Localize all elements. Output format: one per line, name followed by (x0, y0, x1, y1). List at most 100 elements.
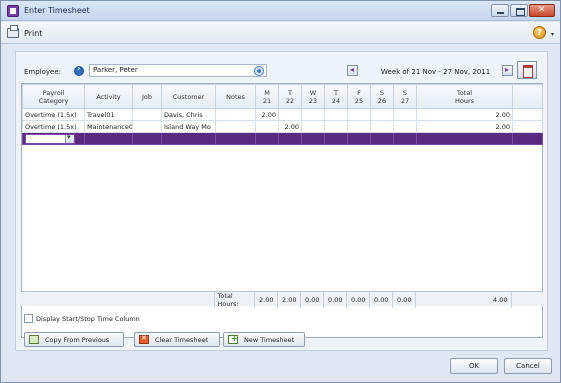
cell-customer[interactable]: Davis, Chris (161, 108, 216, 121)
empty-cell (216, 157, 256, 169)
cell-thu[interactable] (324, 120, 348, 133)
cell-fri[interactable] (347, 108, 371, 121)
empty-cell (348, 253, 371, 265)
empty-cell (162, 265, 216, 277)
empty-cell (371, 265, 394, 277)
column-header: F 25 (347, 84, 371, 109)
new-row-category-cell[interactable] (22, 132, 85, 145)
help-icon[interactable]: ? (533, 26, 546, 39)
empty-cell (302, 241, 325, 253)
cell-wed[interactable] (301, 108, 325, 121)
employee-search-icon[interactable] (254, 66, 264, 76)
new-row-cell[interactable] (278, 132, 302, 145)
empty-cell (256, 265, 279, 277)
empty-cell (85, 277, 133, 289)
cell-tue[interactable]: 2.00 (278, 120, 302, 133)
ok-button[interactable]: OK (450, 358, 498, 374)
empty-cell (371, 193, 394, 205)
cell-activity[interactable]: Travel01 (84, 108, 133, 121)
cell-mon[interactable] (255, 120, 279, 133)
empty-row (23, 217, 543, 229)
empty-cell (23, 181, 85, 193)
toolbar: Print ? ▾ (1, 22, 560, 44)
close-button[interactable] (529, 4, 555, 17)
column-header-line2: 24 (331, 96, 341, 105)
chevron-down-icon[interactable]: ▾ (551, 31, 554, 38)
start-stop-checkbox[interactable] (24, 314, 33, 323)
empty-cell (133, 241, 162, 253)
cell-notes[interactable] (215, 108, 256, 121)
new-row-cell[interactable] (161, 132, 216, 145)
new-row-cell[interactable] (255, 132, 279, 145)
cell-sat[interactable] (370, 120, 394, 133)
cell-notes[interactable] (215, 120, 256, 133)
cell-fri[interactable] (347, 120, 371, 133)
cell-sun[interactable] (393, 108, 417, 121)
cell-category[interactable]: Overtime (1.5x) (22, 108, 85, 121)
timesheet-window: Enter Timesheet Print ? ▾ Employee: Park… (0, 0, 561, 383)
empty-cell (348, 229, 371, 241)
new-timesheet-button[interactable]: New Timesheet (223, 332, 305, 347)
print-label: Print (24, 28, 43, 38)
category-dropdown[interactable] (25, 133, 75, 144)
empty-cell (394, 157, 417, 169)
column-header-line1: S (379, 88, 385, 97)
maximize-button[interactable] (510, 4, 528, 17)
empty-row (23, 157, 543, 169)
new-icon (228, 334, 238, 344)
copy-from-previous-button[interactable]: Copy From Previous (24, 332, 124, 347)
empty-cell (325, 145, 348, 157)
new-row-cell[interactable] (132, 132, 162, 145)
empty-cell (513, 181, 543, 193)
new-row-cell[interactable] (301, 132, 325, 145)
cell-customer[interactable]: Island Way Mo (161, 120, 216, 133)
empty-cell (85, 169, 133, 181)
empty-cell (23, 265, 85, 277)
cell-sun[interactable] (393, 120, 417, 133)
cell-job[interactable] (132, 120, 162, 133)
cell-category[interactable]: Overtime (1.5x) (22, 120, 85, 133)
empty-cell (417, 205, 513, 217)
empty-cell (216, 193, 256, 205)
cell-mon[interactable]: 2.00 (255, 108, 279, 121)
empty-cell (302, 193, 325, 205)
new-row-cell[interactable] (347, 132, 371, 145)
empty-cell (394, 277, 417, 289)
totals-bar: Total Hours: 2.00 2.00 0.00 0.00 0.00 0.… (21, 291, 543, 308)
table-row[interactable]: Overtime (1.5x) Maintenance0 Island Way Mo… (22, 120, 543, 133)
minimize-button[interactable] (491, 4, 509, 17)
cell-tue[interactable] (278, 108, 302, 121)
column-header: Payroll Category (22, 84, 85, 109)
new-row-cell[interactable] (215, 132, 256, 145)
new-row-cell[interactable] (324, 132, 348, 145)
cell-total[interactable]: 2.00 (416, 120, 513, 133)
cancel-button[interactable]: Cancel (504, 358, 552, 374)
empty-cell (279, 169, 302, 181)
cell-job[interactable] (132, 108, 162, 121)
empty-cell (394, 229, 417, 241)
calendar-button[interactable] (517, 61, 537, 79)
total-tue: 2.00 (276, 292, 300, 308)
empty-cell (302, 205, 325, 217)
clear-timesheet-button[interactable]: Clear Timesheet (134, 332, 220, 347)
empty-cell (279, 145, 302, 157)
table-row[interactable]: Overtime (1.5x) Travel01 Davis, Chris 2.00 2… (22, 108, 543, 121)
chevron-down-icon[interactable] (65, 134, 74, 143)
new-row-cell[interactable] (84, 132, 133, 145)
next-week-button[interactable] (502, 65, 513, 76)
selected-new-row[interactable] (22, 132, 543, 145)
cell-thu[interactable] (324, 108, 348, 121)
new-row-cell[interactable] (512, 132, 543, 145)
employee-nav-icon[interactable] (74, 64, 84, 76)
new-row-cell[interactable] (416, 132, 513, 145)
previous-week-button[interactable] (347, 65, 358, 76)
new-row-cell[interactable] (370, 132, 394, 145)
cell-sat[interactable] (370, 108, 394, 121)
cell-wed[interactable] (301, 120, 325, 133)
cell-activity[interactable]: Maintenance0 (84, 120, 133, 133)
employee-field[interactable]: Parker, Peter (89, 64, 267, 77)
empty-cell (513, 169, 543, 181)
cell-total[interactable]: 2.00 (416, 108, 513, 121)
print-button[interactable]: Print (7, 25, 42, 41)
new-row-cell[interactable] (393, 132, 417, 145)
